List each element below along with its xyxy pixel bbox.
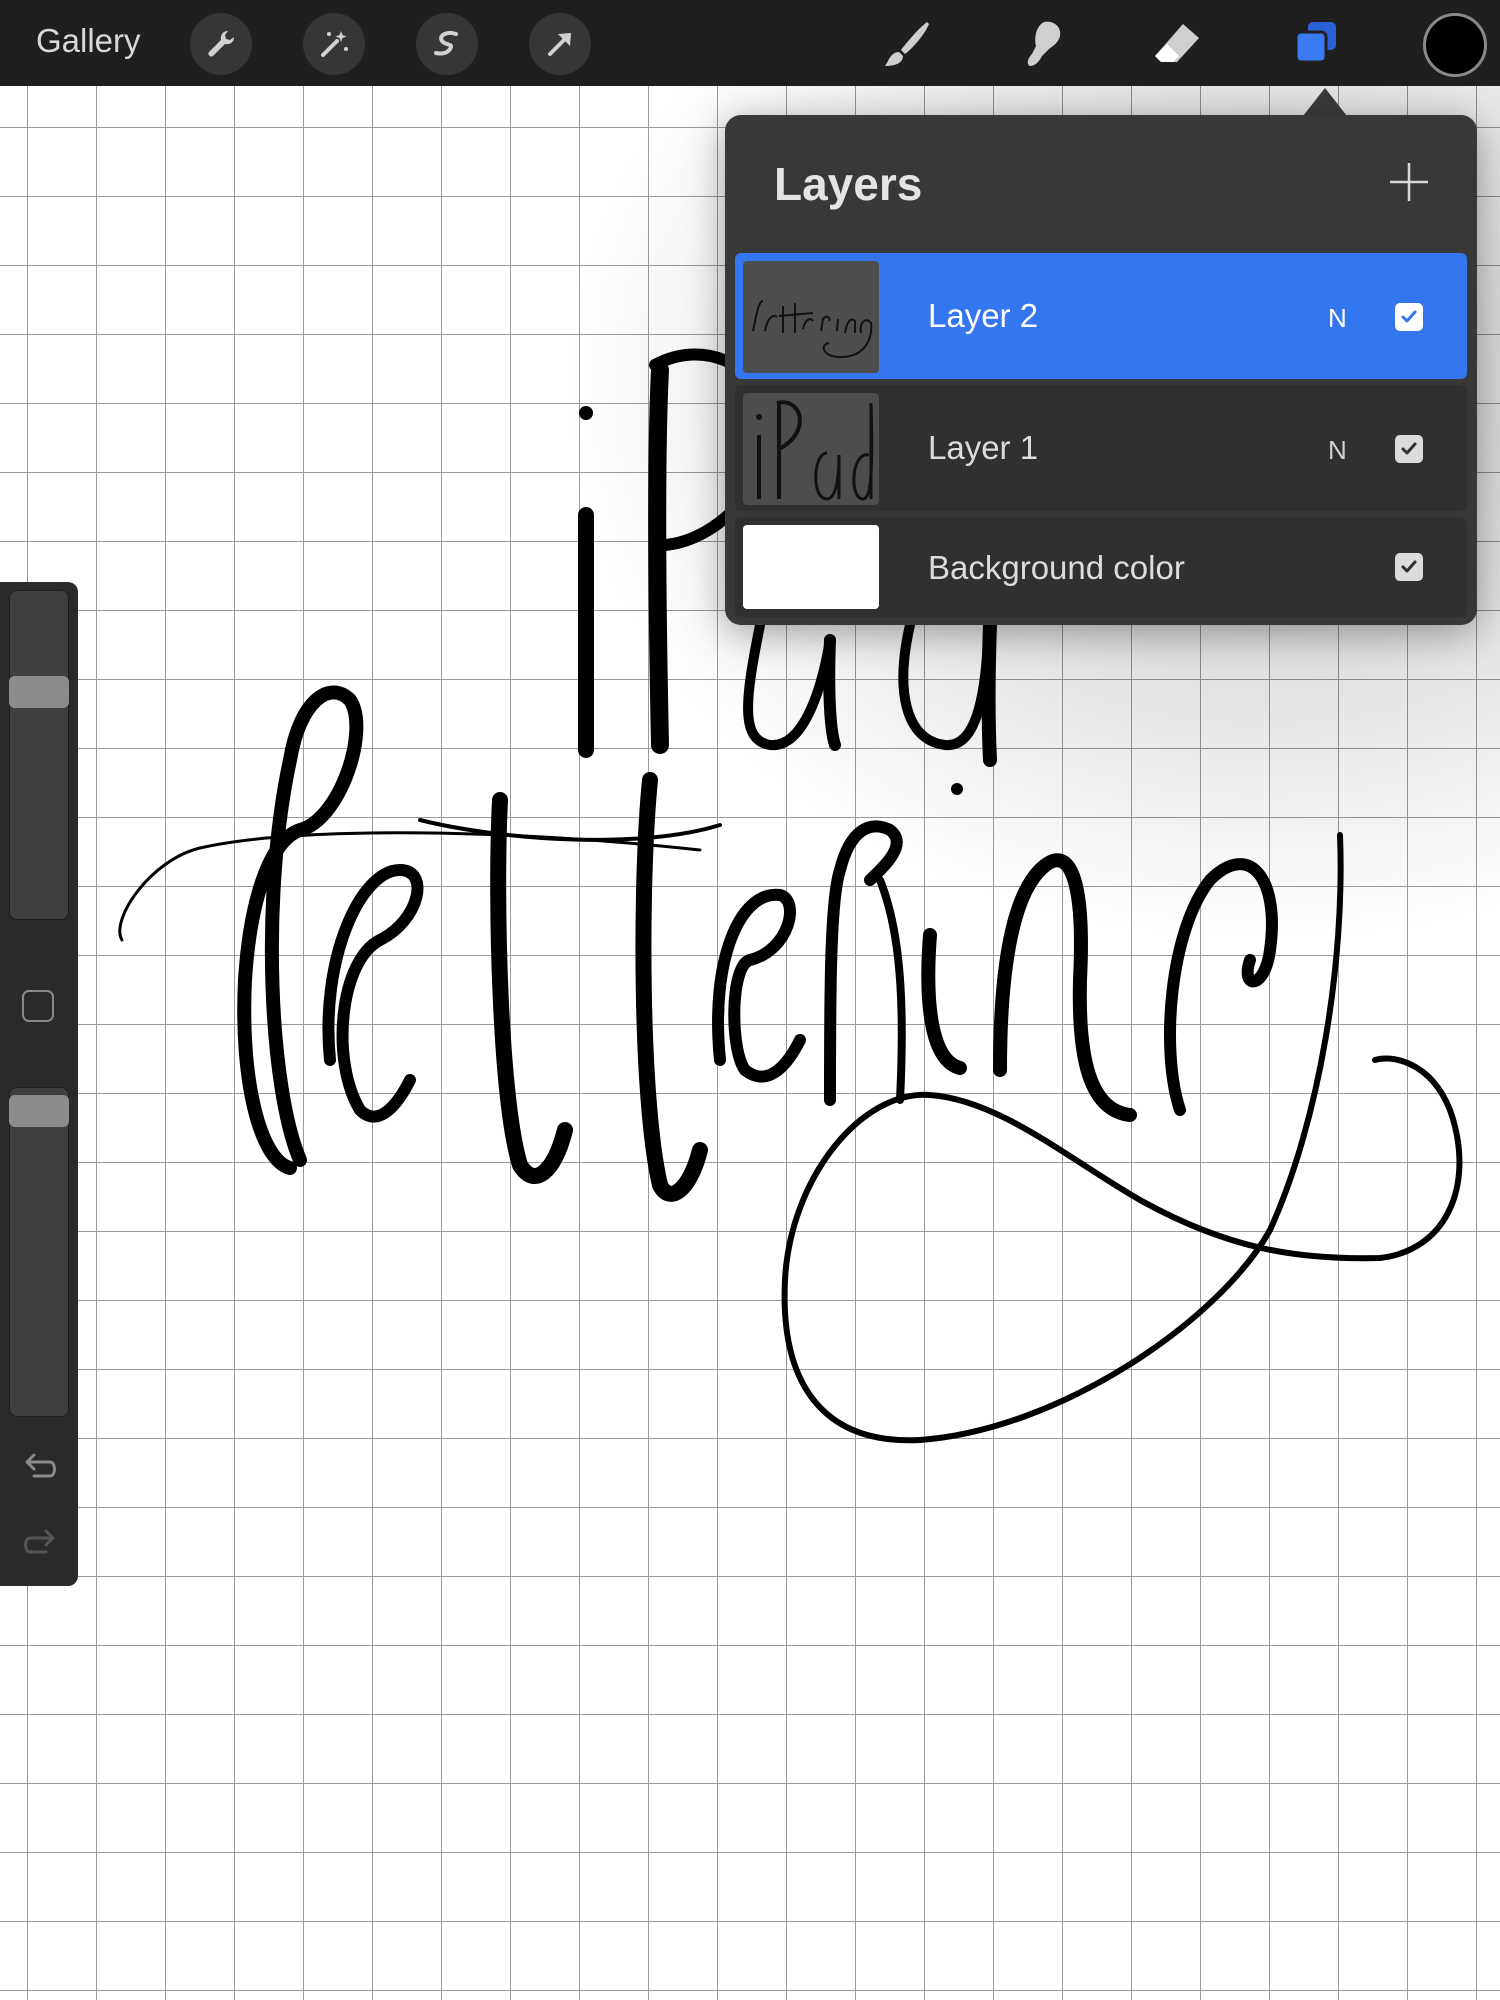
gallery-button[interactable]: Gallery	[36, 22, 141, 60]
background-color-thumbnail	[743, 525, 879, 609]
blend-mode-button[interactable]: N	[1328, 303, 1347, 334]
layer-2-thumbnail	[743, 261, 879, 373]
layers-icon[interactable]	[1285, 13, 1347, 75]
layers-title: Layers	[774, 158, 923, 210]
smudge-icon[interactable]	[1011, 13, 1073, 75]
layer-1-thumbnail	[743, 393, 879, 505]
transform-arrow-icon[interactable]	[529, 13, 591, 75]
layer-row-layer-1[interactable]: Layer 1 N	[735, 385, 1467, 511]
layer-name: Background color	[928, 549, 1185, 586]
color-swatch[interactable]	[1423, 13, 1487, 77]
modify-square-icon[interactable]	[22, 990, 54, 1022]
layers-panel: Layers Layer 2 N Layer 1 N Background co…	[725, 115, 1477, 625]
top-toolbar: Gallery	[0, 0, 1500, 86]
brush-icon[interactable]	[876, 13, 938, 75]
layer-row-layer-2[interactable]: Layer 2 N	[735, 253, 1467, 379]
layers-popover-pointer	[1303, 88, 1347, 116]
check-icon	[1401, 560, 1417, 573]
undo-icon[interactable]	[20, 1448, 60, 1488]
layer-name: Layer 2	[928, 297, 1039, 334]
blend-mode-button[interactable]: N	[1328, 435, 1347, 466]
left-sidebar	[0, 582, 78, 1586]
opacity-thumb[interactable]	[9, 1095, 69, 1127]
opacity-slider[interactable]	[9, 1087, 69, 1417]
wrench-icon[interactable]	[190, 13, 252, 75]
eraser-icon[interactable]	[1146, 13, 1208, 75]
magic-wand-icon[interactable]	[303, 13, 365, 75]
layer-row-background-color[interactable]: Background color	[735, 517, 1467, 617]
redo-icon[interactable]	[20, 1524, 60, 1564]
layer-name: Layer 1	[928, 429, 1039, 466]
visibility-checkbox[interactable]	[1395, 435, 1423, 463]
brush-size-thumb[interactable]	[9, 676, 69, 708]
visibility-checkbox[interactable]	[1395, 303, 1423, 331]
plus-icon[interactable]	[1387, 160, 1431, 204]
brush-size-slider[interactable]	[9, 590, 69, 920]
selection-icon[interactable]	[416, 13, 478, 75]
check-icon	[1401, 442, 1417, 455]
check-icon	[1401, 310, 1417, 323]
visibility-checkbox[interactable]	[1395, 553, 1423, 581]
